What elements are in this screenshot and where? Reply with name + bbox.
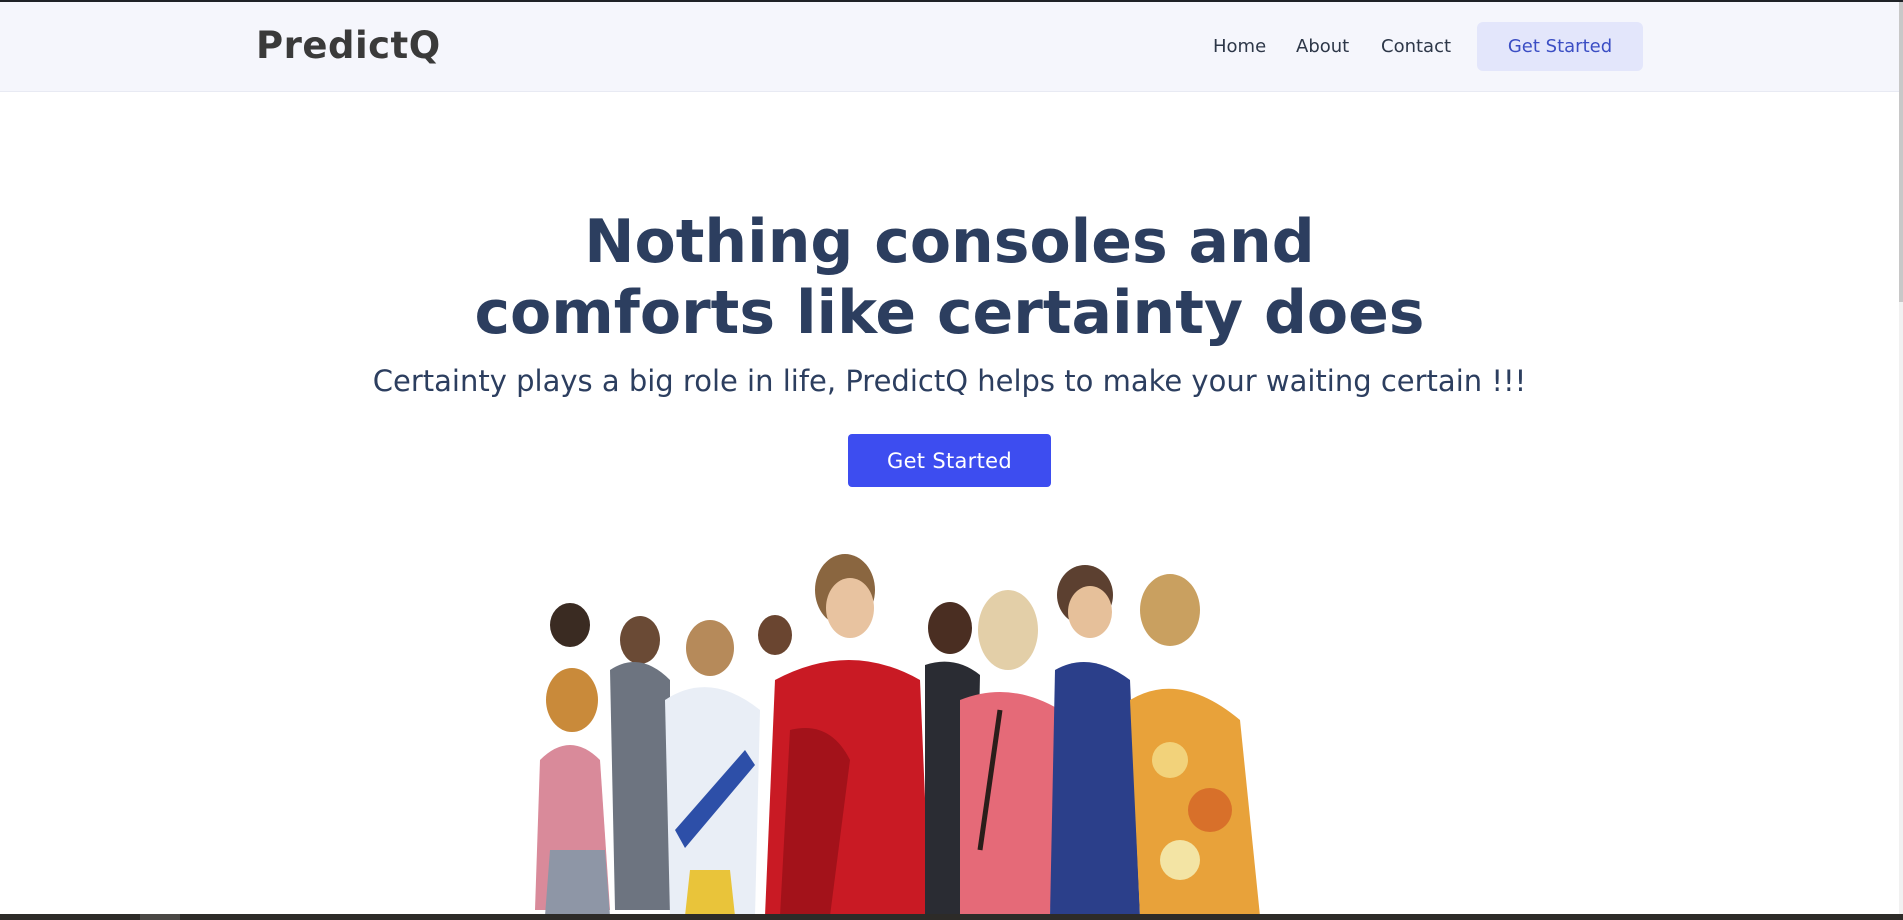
dress-pattern [1188, 788, 1232, 832]
nav-link-home[interactable]: Home [1213, 36, 1266, 57]
hero-subtitle: Certainty plays a big role in life, Pred… [372, 364, 1527, 398]
hero-title: Nothing consoles and comforts like certa… [0, 207, 1899, 349]
person-body [960, 692, 1060, 916]
person-head [620, 616, 660, 664]
person-hair [686, 620, 734, 676]
person-skirt [685, 870, 735, 916]
nav-get-started-button[interactable]: Get Started [1477, 22, 1643, 71]
person-face [826, 578, 874, 638]
navbar: PredictQ Home About Contact Get Started [0, 2, 1899, 92]
person-suit [1050, 662, 1140, 916]
crowd-illustration [535, 554, 1260, 916]
scrollbar-thumb[interactable] [1899, 2, 1903, 302]
person-head [928, 602, 972, 654]
person-hair [546, 668, 598, 732]
person-hat [550, 603, 590, 647]
person-hair [1140, 574, 1200, 646]
taskbar-segment [140, 914, 180, 920]
hero-get-started-button[interactable]: Get Started [848, 434, 1051, 487]
person-face [1068, 586, 1112, 638]
person-body [610, 662, 670, 910]
hero-title-line-1: Nothing consoles and [584, 207, 1315, 277]
dress-pattern [1160, 840, 1200, 880]
brand-logo[interactable]: PredictQ [256, 24, 441, 67]
person-hair [978, 590, 1038, 670]
person-skirt [545, 850, 610, 916]
hero-title-line-2: comforts like certainty does [474, 278, 1425, 348]
dress-pattern [1152, 742, 1188, 778]
nav-link-contact[interactable]: Contact [1381, 36, 1451, 57]
taskbar-strip [0, 914, 1903, 920]
person-head [758, 615, 792, 655]
nav-link-about[interactable]: About [1296, 36, 1349, 57]
